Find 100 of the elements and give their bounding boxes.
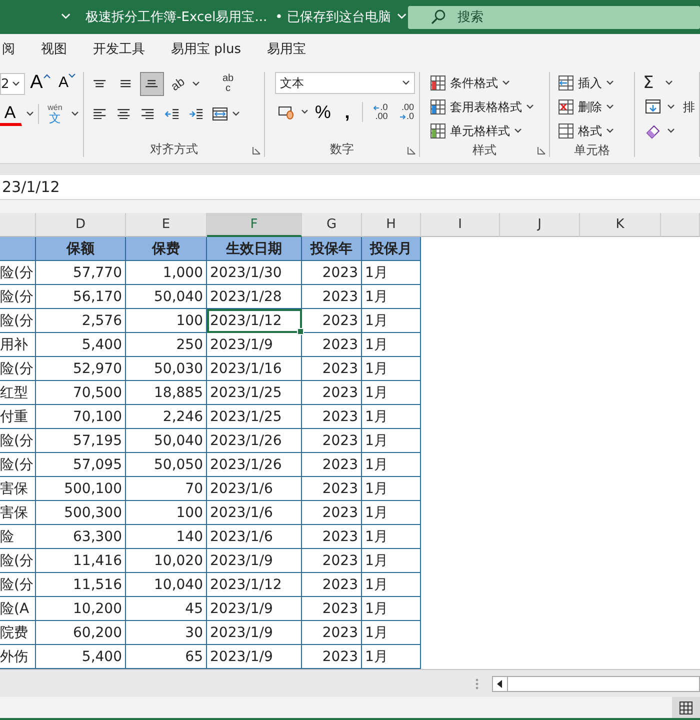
table-cell: 1月 — [362, 573, 421, 597]
table-cell: 250 — [126, 333, 207, 357]
table-cell: 60,200 — [36, 621, 126, 645]
ribbon-tab[interactable]: 易用宝 — [267, 40, 306, 58]
ribbon-tab[interactable]: 开发工具 — [93, 40, 145, 58]
table-cell: 1,000 — [126, 261, 207, 285]
column-header[interactable]: K — [580, 213, 661, 237]
dialog-launcher-icon[interactable] — [252, 146, 261, 155]
increase-font-button[interactable]: A — [28, 72, 52, 96]
table-cell: 2023/1/9 — [207, 621, 302, 645]
table-cell: 63,300 — [36, 525, 126, 549]
table-cell: 险(分 — [0, 573, 36, 597]
table-cell: 2023 — [302, 477, 362, 501]
column-header[interactable]: D — [36, 213, 126, 237]
table-cell: 2023/1/6 — [207, 477, 302, 501]
table-cell: 11,516 — [36, 573, 126, 597]
table-grid-icon — [430, 99, 446, 115]
table-cell: 付重 — [0, 405, 36, 429]
formula-bar[interactable]: 23/1/12 — [0, 175, 700, 200]
table-cell: 100 — [126, 501, 207, 525]
style-menu-button[interactable]: 单元格样式 — [430, 120, 545, 142]
column-header[interactable]: J — [500, 213, 580, 237]
table-cell: 18,885 — [126, 381, 207, 405]
increase-decimal-button[interactable]: .0 .00 — [366, 100, 389, 124]
table-cell: 1月 — [362, 597, 421, 621]
table-cell: 140 — [126, 525, 207, 549]
column-header[interactable]: H — [362, 213, 421, 237]
table-grid-icon — [430, 123, 446, 139]
ribbon-tab[interactable]: 易用宝 plus — [171, 40, 242, 58]
bottom-align-button[interactable] — [140, 72, 164, 96]
wrap-text-button[interactable]: ab c — [216, 72, 240, 96]
table-cell: 2023/1/26 — [207, 453, 302, 477]
table-cell: 2,576 — [36, 309, 126, 333]
table-cell: 1月 — [362, 333, 421, 357]
dialog-launcher-icon[interactable] — [407, 146, 416, 155]
table-cell: 险(分 — [0, 309, 36, 333]
table-cell: 2023 — [302, 381, 362, 405]
formula-value: 23/1/12 — [2, 178, 60, 196]
table-cell: 70,500 — [36, 381, 126, 405]
table-cell: 30 — [126, 621, 207, 645]
decrease-decimal-button[interactable]: .00 .0 — [392, 100, 416, 124]
table-cell: 5,400 — [36, 333, 126, 357]
search-icon — [430, 9, 446, 25]
autosum-button[interactable]: Σ — [643, 72, 695, 94]
table-cell: 1月 — [362, 477, 421, 501]
caret-icon — [667, 128, 675, 134]
table-cell: 1月 — [362, 549, 421, 573]
fill-handle[interactable] — [297, 328, 304, 335]
column-header[interactable]: F — [207, 213, 302, 237]
group-label: 对齐方式 — [150, 142, 198, 156]
column-header[interactable]: G — [302, 213, 362, 237]
horizontal-scrollbar[interactable] — [492, 676, 700, 692]
caret-icon — [502, 80, 510, 86]
arrow-left-icon — [373, 104, 380, 110]
table-cell: 害保 — [0, 477, 36, 501]
search-field[interactable]: 搜索 — [408, 6, 700, 28]
normal-view-button[interactable] — [672, 697, 700, 718]
column-header[interactable]: E — [126, 213, 207, 237]
dialog-launcher-icon[interactable] — [537, 146, 546, 155]
group-label: 数字 — [330, 142, 354, 156]
percent-button[interactable]: % — [312, 100, 334, 124]
cell-grid-icon — [558, 75, 574, 91]
caret-icon — [606, 104, 614, 110]
table-cell: 2023 — [302, 405, 362, 429]
header-cell: 生效日期 — [207, 237, 302, 261]
number-format-dropdown[interactable]: 文本 — [275, 72, 415, 94]
group-label: 单元格 — [574, 143, 610, 157]
table-cell: 1月 — [362, 429, 421, 453]
table-cell: 11,416 — [36, 549, 126, 573]
orientation-button[interactable]: ab — [166, 72, 190, 96]
decrease-font-button[interactable]: A — [56, 72, 79, 96]
insert-cells-button[interactable]: 插入 — [558, 72, 630, 94]
table-cell: 2023 — [302, 573, 362, 597]
cell-grid-icon — [558, 123, 574, 139]
caret-icon — [526, 104, 534, 110]
table-cell: 1月 — [362, 381, 421, 405]
style-menu-button[interactable]: 套用表格格式 — [430, 96, 545, 118]
caret-icon — [665, 80, 673, 86]
ribbon-tab[interactable]: 阅 — [2, 40, 15, 58]
table-cell: 2023/1/9 — [207, 333, 302, 357]
table-cell: 害保 — [0, 501, 36, 525]
font-color-button[interactable]: A — [0, 102, 22, 126]
chevron-icon[interactable] — [396, 13, 408, 21]
table-cell: 2023/1/9 — [207, 597, 302, 621]
caret-up-icon — [42, 73, 51, 79]
delete-cells-button[interactable]: 删除 — [558, 96, 630, 118]
table-cell: 2023 — [302, 261, 362, 285]
comma-style-button[interactable]: , — [337, 100, 358, 124]
header-cell — [0, 237, 36, 261]
table-cell: 2023 — [302, 501, 362, 525]
dropdown-caret-icon[interactable] — [60, 13, 72, 21]
style-menu-button[interactable]: 条件格式 — [430, 72, 545, 94]
phonetic-button[interactable]: wén 文 — [43, 102, 67, 126]
outdent-icon — [164, 108, 180, 120]
window-title: 极速拆分工作簿-Excel易用宝... — [86, 9, 268, 26]
ribbon-tab[interactable]: 视图 — [41, 40, 67, 58]
format-cells-button[interactable]: 格式 — [558, 120, 630, 142]
column-header[interactable]: I — [421, 213, 500, 237]
table-cell: 2023/1/26 — [207, 429, 302, 453]
font-size-field[interactable]: 2 — [0, 73, 25, 95]
